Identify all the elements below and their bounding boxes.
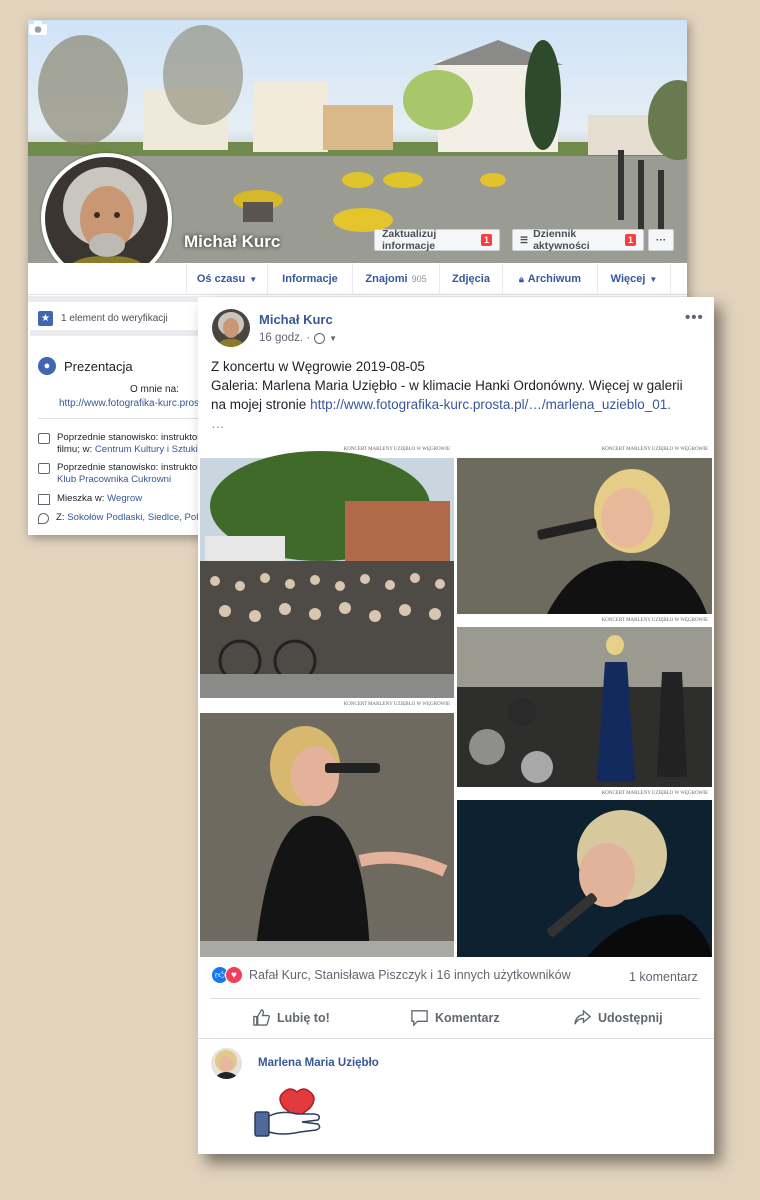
tab-more-label: Więcej	[610, 273, 646, 285]
update-info-badge: 1	[480, 234, 492, 246]
photo-caption: KONCERT MARLENY UZIĘBŁO W WĘGROWIE	[601, 447, 708, 452]
like-button[interactable]: Lubię to!	[252, 1008, 330, 1027]
photo-singer-2[interactable]: KONCERT MARLENY UZIĘBŁO W WĘGROWIE	[200, 701, 454, 957]
detail-from: Z: Sokołów Podlaski, Siedlce, Pola	[38, 512, 204, 524]
photo-singer-band[interactable]: KONCERT MARLENY UZIĘBŁO W WĘGROWIE	[457, 617, 712, 787]
divider	[38, 418, 198, 419]
about-label: O mnie na:	[130, 384, 179, 395]
activity-log-badge: 1	[624, 234, 636, 246]
post-author-name[interactable]: Michał Kurc	[259, 312, 333, 327]
reactions-summary[interactable]: 👍︎ ♥ Rafał Kurc, Stanisława Piszczyk i 1…	[211, 966, 571, 984]
photo-singer-1[interactable]: KONCERT MARLENY UZIĘBŁO W WĘGROWIE	[457, 446, 712, 614]
post-text: Z koncertu w Węgrowie 2019-08-05 Galeria…	[211, 357, 701, 433]
post-author-avatar[interactable]	[212, 309, 250, 347]
comment-label: Komentarz	[435, 1010, 500, 1025]
tab-about-label: Informacje	[282, 273, 338, 285]
photo-singer-3[interactable]: KONCERT MARLENY UZIĘBŁO W WĘGROWIE	[457, 790, 712, 957]
tab-friends[interactable]: Znajomi 905	[352, 263, 439, 295]
reactions-text: Rafał Kurc, Stanisława Piszczyk i 16 inn…	[249, 968, 571, 982]
tab-photos-label: Zdjęcia	[452, 273, 490, 285]
commenter-name[interactable]: Marlena Maria Uziębło	[258, 1057, 379, 1069]
intro-title: Prezentacja	[64, 358, 133, 374]
detail-link[interactable]: Klub Pracownika Cukrowni	[57, 474, 171, 485]
lock-icon: 🔒︎	[519, 273, 524, 284]
detail-prefix: filmu; w:	[57, 444, 95, 455]
comment-count[interactable]: 1 komentarz	[629, 970, 698, 984]
camera-icon[interactable]	[28, 20, 48, 36]
detail-link[interactable]: Wegrow	[107, 493, 142, 504]
post-timestamp[interactable]: 16 godz. ·	[259, 332, 310, 344]
briefcase-icon	[38, 463, 50, 474]
dropdown-arrow-icon: ▼	[649, 274, 658, 284]
photo-caption: KONCERT MARLENY UZIĘBŁO W WĘGROWIE	[343, 702, 450, 707]
detail-link[interactable]: Centrum Kultury i Sztuki w	[95, 444, 208, 455]
about-link[interactable]: http://www.fotografika-kurc.prosta.pl	[59, 398, 218, 409]
comment-button[interactable]: Komentarz	[410, 1008, 500, 1027]
comment-icon	[411, 1010, 428, 1027]
more-dots: ···	[655, 234, 667, 246]
update-info-button[interactable]: Zaktualizuj informacje 1	[374, 228, 500, 252]
post-link[interactable]: http://www.fotografika-kurc.prosta.pl/…/…	[310, 397, 671, 412]
verification-notice[interactable]: ★ 1 element do weryfikacji	[30, 306, 198, 336]
activity-log-label: Dziennik aktywności	[533, 228, 590, 252]
location-pin-icon	[38, 513, 49, 524]
detail-text: Poprzednie stanowisko: instruktor	[57, 462, 201, 473]
share-label: Udostępnij	[598, 1010, 663, 1025]
star-icon: ★	[38, 310, 53, 326]
home-icon	[38, 494, 50, 505]
detail-prefix: Z:	[56, 512, 68, 523]
verification-text: 1 element do weryfikacji	[61, 312, 168, 324]
detail-previous-job-2: Poprzednie stanowisko: instruktor Klub P…	[38, 462, 200, 486]
tab-timeline[interactable]: Oś czasu ▼	[186, 263, 267, 295]
friends-count: 905	[411, 274, 427, 284]
detail-link[interactable]: Sokołów Podlaski, Siedlce, Pola	[67, 512, 204, 523]
dropdown-arrow-icon: ▼	[249, 274, 258, 284]
profile-tabs: Oś czasu ▼ Informacje Znajomi 905 Zdjęcia …	[28, 263, 687, 295]
tab-about[interactable]: Informacje	[267, 263, 352, 295]
detail-previous-job-1: Poprzednie stanowisko: instruktor filmu;…	[38, 432, 207, 456]
heart-hand-sticker-icon	[254, 1088, 321, 1137]
briefcase-icon	[38, 433, 50, 444]
detail-lives-in: Mieszka w: Wegrow	[38, 493, 142, 505]
thumbs-up-icon	[253, 1009, 270, 1026]
love-reaction-icon: ♥	[225, 966, 243, 984]
tab-photos[interactable]: Zdjęcia	[439, 263, 502, 295]
photo-caption: KONCERT MARLENY UZIĘBŁO W WĘGROWIE	[601, 791, 708, 796]
audience-globe-icon[interactable]	[314, 332, 326, 344]
tab-archive-label: Archiwum	[527, 273, 581, 285]
divider	[210, 998, 700, 999]
detail-text: Poprzednie stanowisko: instruktor	[57, 432, 201, 443]
photo-caption: KONCERT MARLENY UZIĘBŁO W WĘGROWIE	[601, 618, 708, 623]
tab-more[interactable]: Więcej ▼	[597, 263, 671, 295]
update-info-label: Zaktualizuj informacje	[382, 228, 437, 252]
share-button[interactable]: Udostępnij	[573, 1008, 663, 1027]
audience-dropdown-icon[interactable]: ▼	[329, 334, 337, 343]
photo-caption: KONCERT MARLENY UZIĘBŁO W WĘGROWIE	[343, 447, 450, 452]
photo-audience[interactable]: KONCERT MARLENY UZIĘBŁO W WĘGROWIE	[200, 446, 454, 698]
intro-heading: ● Prezentacja	[38, 357, 133, 375]
activity-log-button[interactable]: ☰ Dziennik aktywności 1	[512, 228, 644, 252]
post-options-button[interactable]: •••	[685, 309, 704, 326]
like-label: Lubię to!	[277, 1010, 330, 1025]
share-icon	[574, 1009, 592, 1025]
tab-friends-label: Znajomi	[365, 273, 408, 285]
tab-archive[interactable]: 🔒︎ Archiwum	[502, 263, 597, 295]
divider	[198, 1038, 714, 1039]
list-icon: ☰	[520, 234, 529, 245]
detail-prefix: Mieszka w:	[57, 493, 108, 504]
globe-icon: ●	[38, 357, 56, 375]
profile-name[interactable]: Michał Kurc	[184, 232, 280, 252]
post-card: Michał Kurc 16 godz. · ▼ ••• Z koncertu …	[198, 297, 714, 1154]
commenter-avatar[interactable]	[211, 1048, 242, 1079]
see-more-ellipsis[interactable]: …	[211, 414, 701, 433]
post-meta: 16 godz. · ▼	[259, 332, 337, 344]
tab-timeline-label: Oś czasu	[196, 273, 246, 285]
post-text-line1: Z koncertu w Węgrowie 2019-08-05	[211, 359, 425, 374]
more-options-button[interactable]: ···	[648, 229, 674, 251]
